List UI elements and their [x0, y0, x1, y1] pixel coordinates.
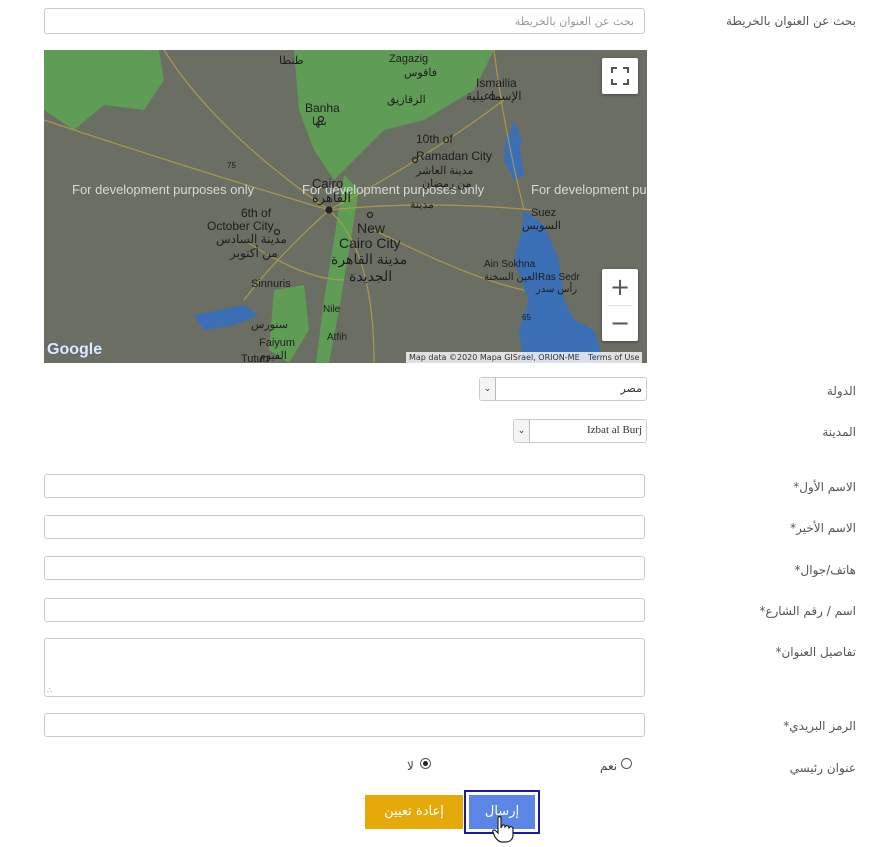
zoom-control: + − [602, 269, 638, 341]
place-tanta: طنطا [279, 55, 304, 67]
attribution-text: Map data ©2020 Mapa GISrael, ORION-ME [409, 353, 580, 362]
country-label: الدولة [826, 384, 856, 398]
place-cairo: Cairo [312, 176, 343, 191]
place-newcairo-1: New [357, 220, 386, 236]
place-ramadan-5: مدينة [410, 199, 434, 211]
last-name-input[interactable] [44, 515, 645, 539]
place-october-1: 6th of [241, 206, 272, 220]
place-suez-ar: السويس [522, 220, 561, 232]
place-rassedr-1: Ras Sedr [538, 272, 580, 283]
place-atfih: Atfih [327, 332, 347, 343]
place-october-2: October City [207, 219, 274, 233]
map-attribution: Map data ©2020 Mapa GISrael, ORION-ME Te… [406, 352, 643, 363]
hand-pointer-cursor-icon [492, 816, 514, 843]
google-logo: Google [47, 341, 103, 358]
postal-code-input[interactable] [44, 713, 645, 737]
first-name-label: الاسم الأول* [793, 480, 856, 494]
place-october-4: من أكتوبر [229, 245, 278, 260]
place-newcairo-4: الجديدة [349, 268, 392, 284]
country-value: مصر [620, 382, 642, 395]
place-newcairo-2: Cairo City [339, 235, 400, 251]
place-sokhna-1: Ain Sokhna [484, 259, 536, 270]
first-name-input[interactable] [44, 474, 645, 498]
place-cairo-ar: القاهرة [312, 190, 351, 206]
last-name-label: الاسم الأخير* [790, 521, 856, 535]
primary-address-label: عنوان رئيسي [789, 761, 856, 775]
primary-yes-label: نعم [600, 759, 618, 773]
place-ramadan-4: من رمضان [422, 178, 472, 190]
city-select[interactable]: ⌄ Izbat al Burj [513, 419, 647, 443]
place-sinnuris-1: Sinnuris [251, 278, 291, 290]
place-ramadan-1: 10th of [416, 132, 453, 146]
phone-label: هاتف/جوال* [794, 563, 856, 577]
place-banha: Banha [305, 101, 340, 115]
street-input[interactable] [44, 598, 645, 622]
place-ismailia-ar: الإسماعيلية [466, 89, 522, 104]
place-newcairo-3: مدينة القاهرة [331, 251, 407, 268]
water-lake-qarun [194, 305, 259, 330]
road-65: 65 [522, 313, 531, 322]
address-details-textarea[interactable]: ∴ [44, 638, 645, 697]
city-label: المدينة [822, 425, 856, 439]
watermark-3: For development purposes only [531, 182, 647, 197]
primary-no-radio[interactable] [420, 758, 431, 769]
street-label: اسم / رقم الشارع* [759, 604, 856, 618]
zoom-out-button[interactable]: − [602, 305, 638, 341]
zoom-in-button[interactable]: + [602, 269, 638, 305]
place-faqous: فاقوس [404, 67, 437, 79]
resize-handle-icon[interactable]: ∴ [47, 686, 52, 695]
address-details-label: تفاصيل العنوان* [775, 645, 856, 659]
postal-code-label: الرمز البريدي* [783, 719, 856, 733]
reset-button[interactable]: إعادة تعيين [365, 795, 463, 829]
place-ramadan-2: Ramadan City [416, 149, 492, 163]
place-tutun: Tutun [241, 353, 269, 363]
place-ramadan-3: مدينة العاشر [415, 165, 473, 177]
map-canvas: For development purposes only For develo… [44, 50, 647, 363]
map[interactable]: For development purposes only For develo… [44, 50, 647, 363]
green-area-delta-west [44, 50, 164, 130]
place-zagazig: Zagazig [389, 53, 428, 65]
place-ismailia: Ismailia [476, 76, 517, 90]
search-map-label: بحث عن العنوان بالخريطة [726, 14, 856, 28]
city-value: Izbat al Burj [587, 424, 642, 436]
road-75: 75 [227, 161, 236, 170]
place-nile: Nile [323, 304, 341, 315]
primary-yes-radio[interactable] [621, 758, 632, 769]
phone-input[interactable] [44, 556, 645, 580]
chevron-down-icon: ⌄ [514, 420, 530, 442]
fullscreen-button[interactable] [602, 58, 638, 94]
place-sokhna-2: العين السخنة [484, 272, 538, 283]
watermark-1: For development purposes only [72, 182, 255, 197]
fullscreen-icon [611, 67, 629, 85]
place-suez: Suez [531, 207, 556, 219]
place-faiyum-1: Faiyum [259, 337, 295, 349]
country-select[interactable]: ⌄ مصر [479, 377, 647, 401]
place-rassedr-2: رأس سدر [535, 282, 577, 295]
search-map-input[interactable]: بحث عن العنوان بالخريطة [44, 8, 645, 34]
place-sinnuris-2: سنورس [251, 319, 288, 331]
chevron-down-icon: ⌄ [480, 378, 496, 400]
place-zagazig-ar: الزقازيق [387, 94, 426, 106]
terms-link[interactable]: Terms of Use [588, 353, 639, 362]
primary-no-label: لا [407, 759, 414, 773]
